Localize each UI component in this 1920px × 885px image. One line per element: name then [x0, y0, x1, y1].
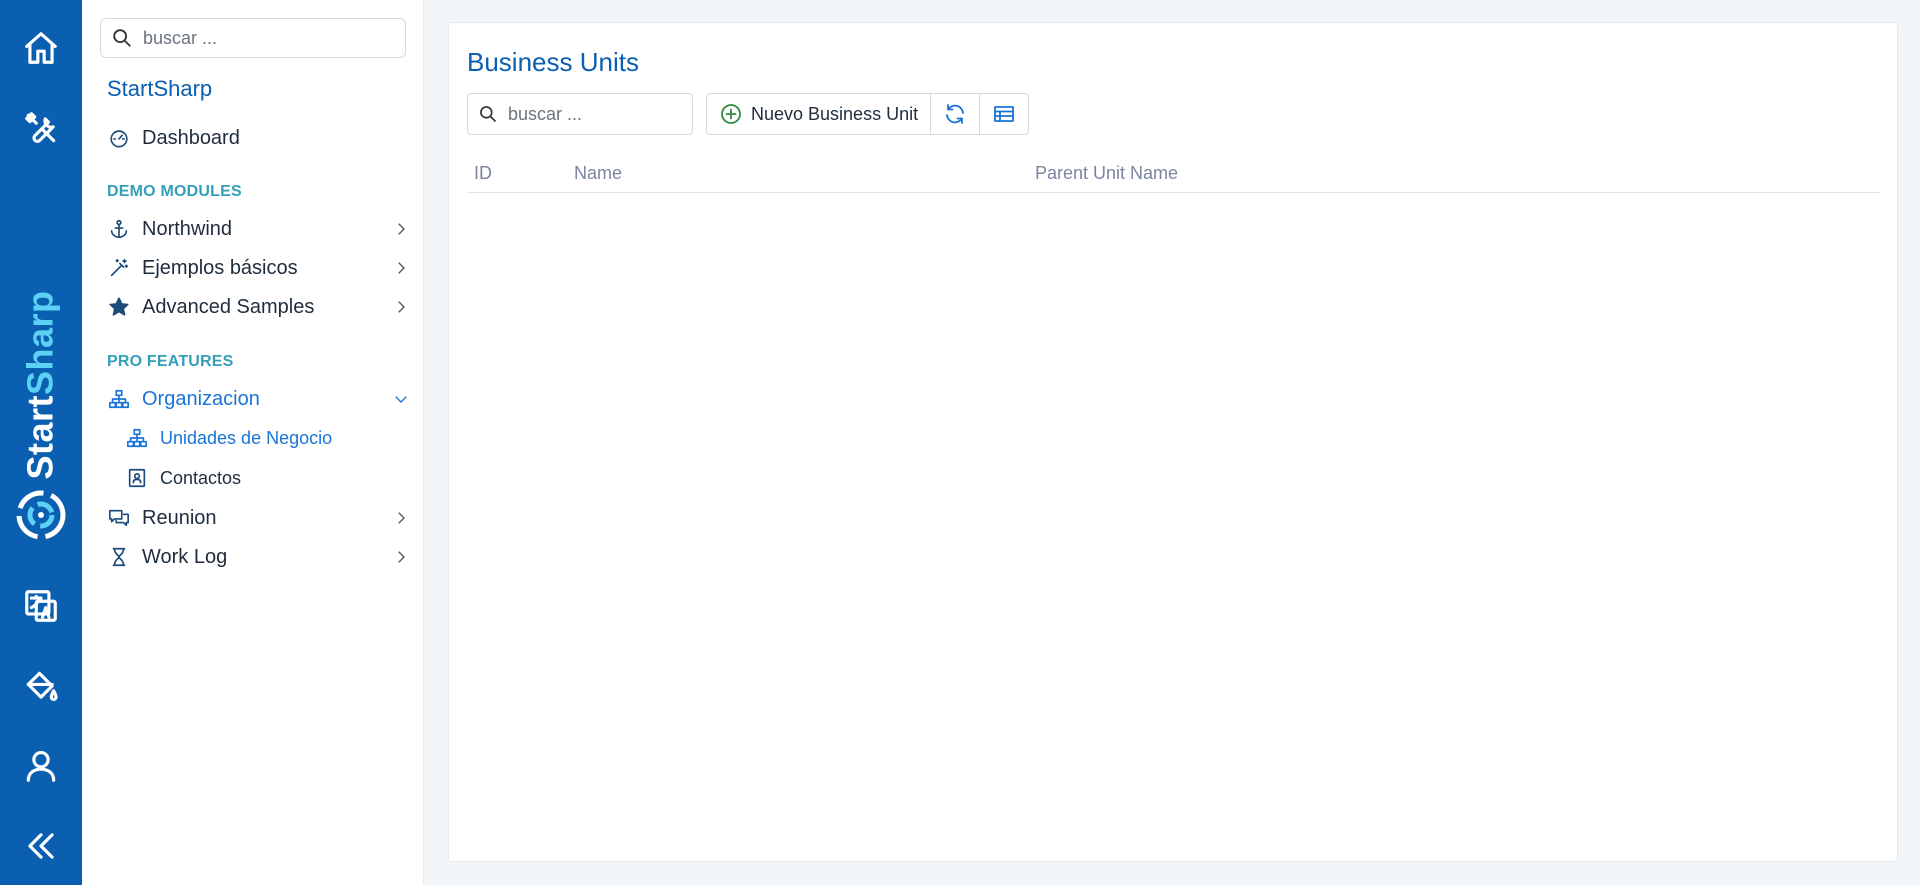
- page-title: Business Units: [467, 47, 639, 77]
- tools-button[interactable]: [0, 98, 82, 158]
- sidebar-item-label: Advanced Samples: [142, 295, 315, 318]
- org-chart-icon: [106, 386, 132, 412]
- sidebar-item-label: Northwind: [142, 217, 233, 240]
- sidebar-title[interactable]: StartSharp: [107, 76, 212, 102]
- home-button[interactable]: [0, 18, 82, 78]
- sidebar-item-business-units[interactable]: Unidades de Negocio: [118, 421, 412, 455]
- translate-icon: [25, 590, 57, 622]
- sidebar: StartSharp Dashboard DEMO MODULES Northw…: [82, 0, 424, 885]
- collapse-sidebar-button[interactable]: [0, 816, 82, 876]
- dashboard-icon: [106, 125, 132, 151]
- sidebar-item-contactos[interactable]: Contactos: [118, 461, 412, 495]
- user-icon: [26, 750, 56, 782]
- sidebar-item-basic-samples[interactable]: Ejemplos básicos: [100, 251, 412, 285]
- chevron-right-icon: [392, 298, 410, 316]
- sidebar-item-dashboard[interactable]: Dashboard: [100, 121, 412, 155]
- brand-wordmark: StartSharp: [0, 280, 82, 490]
- chevron-right-icon: [392, 220, 410, 238]
- hourglass-icon: [106, 544, 132, 570]
- contact-card-icon: [124, 465, 150, 491]
- chevron-right-icon: [392, 548, 410, 566]
- translations-button[interactable]: [0, 576, 82, 636]
- brand-start: Start: [20, 395, 61, 480]
- sidebar-item-work-log[interactable]: Work Log: [100, 540, 412, 574]
- collapse-icon: [28, 833, 54, 859]
- brand-logo-icon: [16, 490, 66, 540]
- sidebar-item-label: Ejemplos básicos: [142, 256, 298, 279]
- paint-bucket-icon: [26, 671, 58, 701]
- chevron-down-icon: [392, 390, 410, 408]
- search-icon: [113, 29, 131, 47]
- sidebar-item-label: Reunion: [142, 506, 217, 529]
- sidebar-item-label: Dashboard: [142, 126, 240, 149]
- theme-button[interactable]: [0, 656, 82, 716]
- main-panel: Business Units Nuevo Business Unit ID Na…: [448, 22, 1898, 862]
- grid-search-input[interactable]: [508, 103, 678, 125]
- user-profile-button[interactable]: [0, 736, 82, 796]
- anchor-icon: [106, 216, 132, 242]
- grid-toolbar: Nuevo Business Unit: [706, 93, 1030, 135]
- column-header-id[interactable]: ID: [474, 163, 492, 184]
- table-icon: [994, 106, 1014, 122]
- new-button-label: Nuevo Business Unit: [751, 103, 919, 124]
- sidebar-search[interactable]: [100, 18, 406, 58]
- sidebar-item-advanced-samples[interactable]: Advanced Samples: [100, 290, 412, 324]
- refresh-icon: [946, 104, 964, 124]
- magic-wand-icon: [106, 255, 132, 281]
- section-pro-features: PRO FEATURES: [107, 353, 234, 370]
- star-icon: [106, 294, 132, 320]
- section-demo-modules: DEMO MODULES: [107, 183, 242, 200]
- sidebar-item-northwind[interactable]: Northwind: [100, 212, 412, 246]
- sidebar-item-label: Work Log: [142, 545, 228, 568]
- sidebar-item-label: Unidades de Negocio: [160, 427, 333, 448]
- sidebar-item-label: Organizacion: [142, 387, 260, 410]
- chat-icon: [106, 505, 132, 531]
- column-picker-button[interactable]: [980, 94, 1029, 134]
- new-business-unit-button[interactable]: Nuevo Business Unit: [707, 94, 932, 134]
- chevron-right-icon: [392, 259, 410, 277]
- column-header-name[interactable]: Name: [574, 163, 622, 184]
- sidebar-item-reunion[interactable]: Reunion: [100, 501, 412, 535]
- sidebar-item-label: Contactos: [160, 467, 242, 488]
- add-circle-icon: [721, 104, 741, 124]
- chevron-right-icon: [392, 509, 410, 527]
- tools-icon: [25, 112, 56, 143]
- refresh-button[interactable]: [931, 94, 981, 134]
- brand-sharp: Sharp: [20, 290, 61, 395]
- app-rail: StartSharp: [0, 0, 82, 885]
- grid-search[interactable]: [467, 93, 693, 135]
- column-header-parent-unit-name[interactable]: Parent Unit Name: [1035, 163, 1178, 184]
- search-icon: [480, 106, 497, 123]
- org-chart-icon: [124, 425, 150, 451]
- sidebar-item-organizacion[interactable]: Organizacion: [100, 382, 412, 416]
- sidebar-search-input[interactable]: [143, 27, 383, 49]
- grid-header: ID Name Parent Unit Name: [467, 155, 1880, 193]
- home-icon: [25, 32, 57, 64]
